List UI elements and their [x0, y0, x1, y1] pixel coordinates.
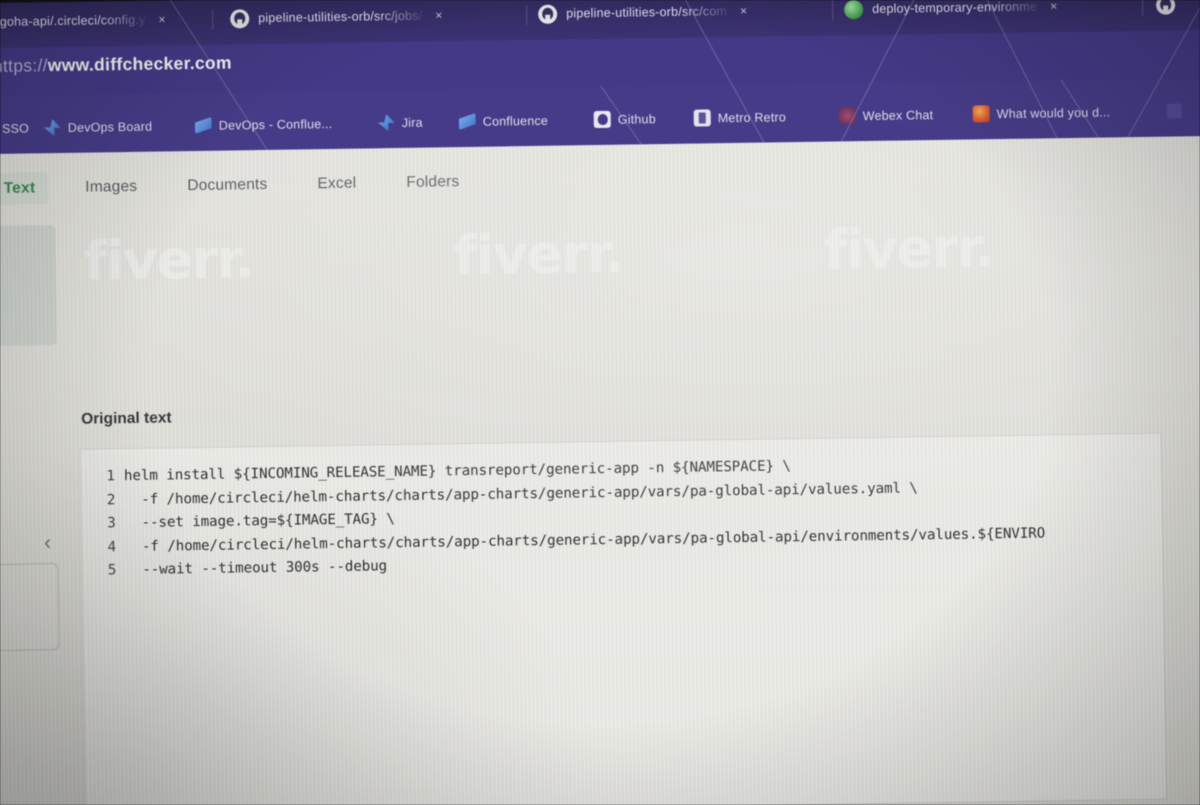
tab-folders[interactable]: Folders: [393, 166, 473, 199]
close-icon[interactable]: ×: [154, 12, 165, 26]
sidebar-panel: [0, 225, 58, 348]
line-number: 4: [107, 538, 117, 555]
tab-images[interactable]: Images: [72, 171, 150, 204]
browser-tab-title: deploy-temporary-environme: [872, 0, 1038, 16]
fiverr-watermark: fiverr.: [83, 227, 254, 293]
line-number: 2: [106, 491, 116, 508]
browser-tab-title: a-goha-api/.circleci/config.y: [0, 12, 146, 30]
url-host: www.diffchecker.com: [47, 52, 232, 76]
browser-tab[interactable]: [1150, 0, 1200, 24]
browser-tab-title: pipeline-utilities-orb/src/com: [566, 4, 728, 21]
collapse-sidebar-chevron-left-icon[interactable]: ‹: [44, 531, 51, 555]
confluence-icon: [459, 113, 476, 130]
green-circle-icon: [844, 0, 864, 19]
bookmark-label: Confluence: [482, 113, 549, 129]
url-scheme: https://: [0, 55, 48, 76]
github-icon: [1155, 0, 1176, 15]
code-lines: 1 helm install ${INCOMING_RELEASE_NAME} …: [81, 450, 1163, 584]
url-text[interactable]: https://www.diffchecker.com: [0, 52, 232, 77]
bookmark-devops-confluence[interactable]: DevOps - Conflue...: [195, 115, 333, 134]
original-text-label: Original text: [81, 409, 172, 428]
bookmark-label: S SSO: [0, 120, 30, 136]
jira-icon: [378, 114, 395, 131]
bookmark-confluence[interactable]: Confluence: [459, 112, 548, 130]
bookmark-label: What would you d...: [996, 104, 1111, 121]
bookmark-sso[interactable]: S SSO: [0, 119, 29, 137]
line-number: 3: [107, 515, 116, 532]
browser-tab[interactable]: pipeline-utilities-orb/src/com ×: [532, 0, 829, 33]
line-number: 1: [106, 468, 116, 485]
browser-tab-title: pipeline-utilities-orb/src/jobs/: [258, 8, 423, 26]
bookmark-webex-chat[interactable]: Webex Chat: [838, 106, 934, 125]
line-text: --wait --timeout 300s --debug: [125, 558, 388, 579]
extensions-button[interactable]: [1166, 103, 1182, 119]
tab-text[interactable]: Text: [0, 172, 49, 206]
bookmark-label: Webex Chat: [862, 107, 934, 123]
line-number: 5: [107, 562, 117, 579]
jira-icon: [44, 119, 61, 136]
bookmark-label: Metro Retro: [717, 109, 787, 125]
tab-documents[interactable]: Documents: [174, 169, 281, 203]
diffchecker-page: fiverr. fiverr. fiverr. fiverr. fiverr. …: [0, 135, 1200, 805]
github-icon: [230, 8, 250, 28]
fiverr-watermark: fiverr.: [453, 221, 624, 288]
tab-excel[interactable]: Excel: [304, 167, 369, 200]
bookmark-label: Github: [617, 111, 656, 127]
browser-tab[interactable]: a-goha-api/.circleci/config.y ×: [0, 0, 201, 42]
original-text-editor[interactable]: 1 helm install ${INCOMING_RELEASE_NAME} …: [80, 433, 1166, 805]
bookmark-what-would-you-do[interactable]: What would you d...: [972, 103, 1111, 123]
screen-content: a-goha-api/.circleci/config.y × pipeline…: [0, 0, 1200, 805]
reddit-icon: [972, 105, 990, 123]
bookmark-label: DevOps Board: [67, 119, 153, 135]
bookmark-devops-board[interactable]: DevOps Board: [44, 118, 153, 137]
github-icon: [593, 110, 611, 129]
bookmark-label: Jira: [401, 115, 423, 130]
bookmark-metro-retro[interactable]: Metro Retro: [693, 108, 787, 127]
close-icon[interactable]: ×: [736, 4, 747, 18]
bookmark-jira[interactable]: Jira: [378, 114, 423, 132]
diffchecker-tabs: Text Images Documents Excel Folders: [0, 161, 497, 210]
metro-retro-icon: [693, 109, 711, 127]
close-icon[interactable]: ×: [431, 8, 442, 22]
sidebar-dropzone[interactable]: [0, 563, 60, 653]
bookmark-label: DevOps - Conflue...: [218, 116, 333, 133]
bookmark-github[interactable]: Github: [593, 110, 656, 129]
webex-icon: [838, 107, 856, 125]
confluence-icon: [195, 117, 212, 134]
tab-divider: [1141, 0, 1144, 16]
browser-tab[interactable]: deploy-temporary-environme ×: [838, 0, 1139, 28]
fiverr-watermark: fiverr.: [823, 216, 994, 282]
github-icon: [538, 4, 558, 24]
browser-tab[interactable]: pipeline-utilities-orb/src/jobs/ ×: [224, 0, 521, 38]
close-icon[interactable]: ×: [1046, 0, 1057, 13]
photo-of-screen: a-goha-api/.circleci/config.y × pipeline…: [0, 0, 1200, 805]
